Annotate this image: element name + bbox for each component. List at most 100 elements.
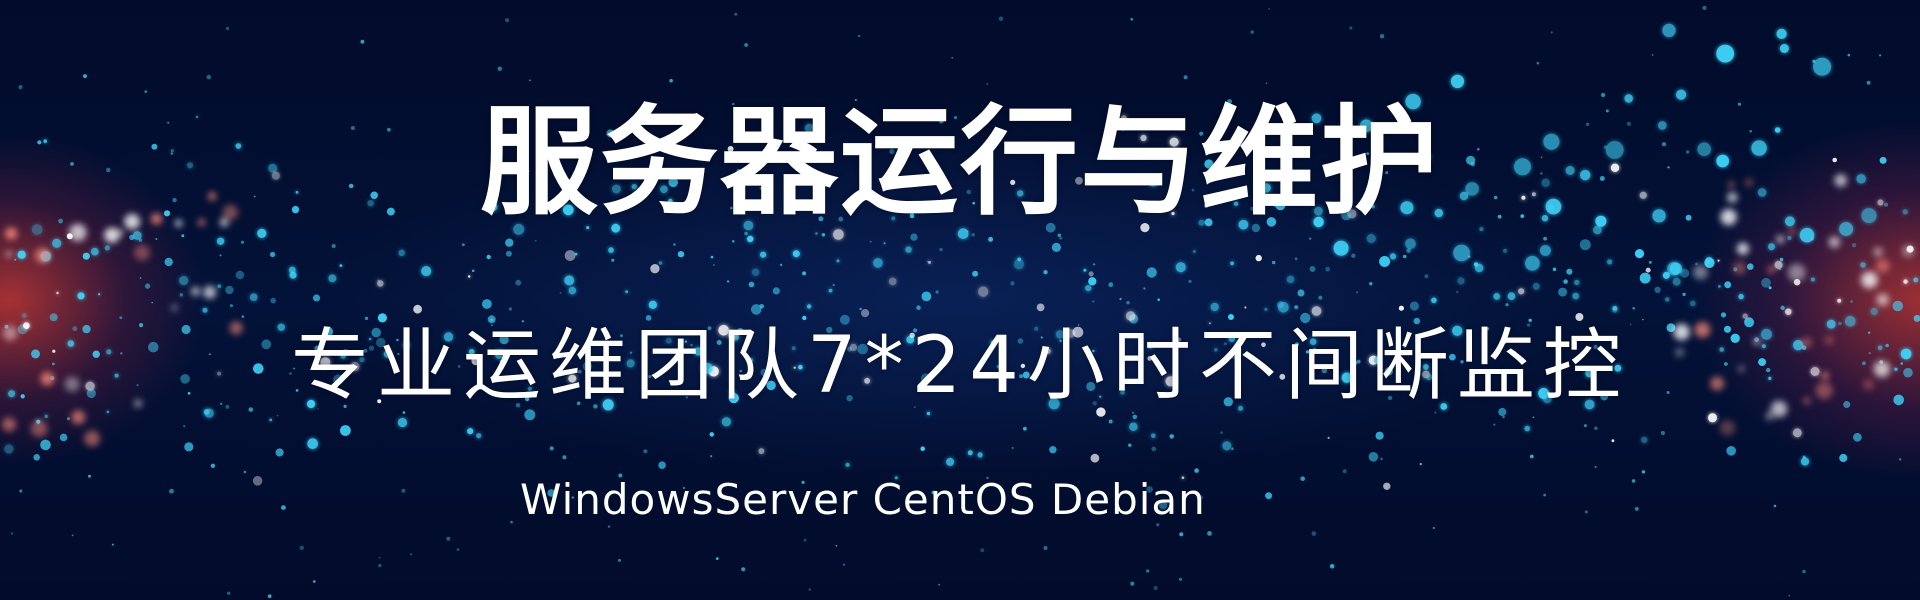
bokeh-particle xyxy=(1175,262,1186,273)
bokeh-particle xyxy=(1778,268,1781,271)
bokeh-particle xyxy=(461,243,465,247)
bokeh-particle xyxy=(40,439,51,451)
bokeh-particle xyxy=(1792,428,1802,438)
bokeh-particle xyxy=(360,39,365,44)
bokeh-particle xyxy=(421,266,432,277)
bokeh-particle xyxy=(1043,545,1048,551)
bokeh-particle xyxy=(30,420,48,438)
bokeh-particle xyxy=(1300,476,1305,482)
bokeh-particle xyxy=(1913,277,1919,283)
bokeh-particle xyxy=(845,462,850,467)
bokeh-particle xyxy=(726,280,730,283)
bokeh-particle xyxy=(98,293,101,296)
bokeh-particle xyxy=(505,18,510,23)
bokeh-particle xyxy=(183,425,186,428)
bokeh-particle xyxy=(1847,53,1851,57)
bokeh-particle xyxy=(611,258,615,262)
bokeh-particle xyxy=(1540,245,1551,256)
bokeh-particle xyxy=(1130,581,1135,586)
bokeh-particle xyxy=(744,231,748,236)
bokeh-particle xyxy=(1651,54,1654,56)
bokeh-particle xyxy=(1720,312,1727,318)
bokeh-particle xyxy=(1870,307,1878,315)
bokeh-particle xyxy=(1356,291,1359,294)
bokeh-particle xyxy=(1475,263,1484,273)
bokeh-particle xyxy=(1380,457,1383,461)
bokeh-particle xyxy=(760,251,767,258)
bokeh-particle xyxy=(1876,259,1890,273)
bokeh-particle xyxy=(191,286,201,296)
bokeh-particle xyxy=(751,268,760,276)
bokeh-particle xyxy=(792,250,800,258)
bokeh-particle xyxy=(1453,244,1470,262)
bokeh-particle xyxy=(164,257,173,267)
bokeh-particle xyxy=(1342,469,1347,474)
bokeh-particle xyxy=(751,304,762,315)
bokeh-particle xyxy=(1774,260,1783,269)
bokeh-particle xyxy=(203,285,217,299)
bokeh-particle xyxy=(709,432,715,437)
bokeh-particle xyxy=(1860,262,1866,268)
bokeh-particle xyxy=(772,287,780,295)
bokeh-particle xyxy=(1036,303,1045,312)
bokeh-particle xyxy=(397,417,408,428)
bokeh-particle xyxy=(1641,436,1648,444)
bokeh-particle xyxy=(1419,462,1423,466)
bokeh-particle xyxy=(229,304,233,308)
bokeh-particle xyxy=(1641,470,1645,474)
bokeh-particle xyxy=(1690,300,1696,307)
bokeh-particle xyxy=(1023,426,1027,431)
bokeh-particle xyxy=(1705,256,1713,265)
bokeh-particle xyxy=(1584,510,1588,514)
bokeh-particle xyxy=(988,236,994,242)
bokeh-particle xyxy=(861,309,870,318)
bokeh-particle xyxy=(1264,307,1268,311)
bokeh-particle xyxy=(1457,277,1465,285)
bokeh-particle xyxy=(658,461,666,470)
bokeh-particle xyxy=(510,520,513,524)
bokeh-particle xyxy=(1787,236,1792,240)
bokeh-particle xyxy=(1634,506,1639,511)
bokeh-particle xyxy=(111,543,114,546)
bokeh-particle xyxy=(1717,259,1720,262)
bokeh-particle xyxy=(83,74,87,79)
bokeh-particle xyxy=(1505,303,1509,307)
bokeh-particle xyxy=(808,588,811,591)
bokeh-particle xyxy=(1738,293,1744,300)
bokeh-particle xyxy=(1850,300,1853,303)
bokeh-particle xyxy=(1368,452,1379,462)
bokeh-particle xyxy=(1532,283,1540,290)
bokeh-particle xyxy=(1682,292,1686,296)
bokeh-particle xyxy=(1398,305,1404,311)
bokeh-particle xyxy=(1366,234,1376,243)
bokeh-particle xyxy=(5,250,13,258)
bokeh-particle xyxy=(468,275,471,278)
bokeh-particle xyxy=(1250,30,1254,34)
bokeh-particle xyxy=(883,242,886,245)
bokeh-particle xyxy=(1726,446,1736,456)
bokeh-particle xyxy=(1631,479,1636,483)
bokeh-particle xyxy=(1231,447,1234,451)
bokeh-particle xyxy=(1543,493,1546,497)
bokeh-particle xyxy=(1780,305,1785,310)
bokeh-particle xyxy=(1286,275,1295,284)
bokeh-particle xyxy=(673,243,676,246)
bokeh-particle xyxy=(1747,263,1754,271)
bokeh-particle xyxy=(1634,249,1645,259)
bokeh-particle xyxy=(967,450,973,456)
bokeh-particle xyxy=(508,307,513,311)
bokeh-particle xyxy=(1779,257,1784,262)
bokeh-particle xyxy=(240,240,245,244)
bokeh-particle xyxy=(1787,263,1806,282)
bokeh-particle xyxy=(1210,302,1219,312)
bokeh-particle xyxy=(1718,285,1721,288)
bokeh-particle xyxy=(1669,262,1682,275)
bokeh-particle xyxy=(1456,290,1459,294)
bokeh-particle xyxy=(249,293,258,302)
bokeh-particle xyxy=(1146,267,1157,278)
bokeh-particle xyxy=(181,234,185,238)
bokeh-particle xyxy=(939,247,943,252)
bokeh-particle xyxy=(1151,446,1157,452)
bokeh-particle xyxy=(235,270,245,280)
bokeh-particle xyxy=(227,591,231,595)
